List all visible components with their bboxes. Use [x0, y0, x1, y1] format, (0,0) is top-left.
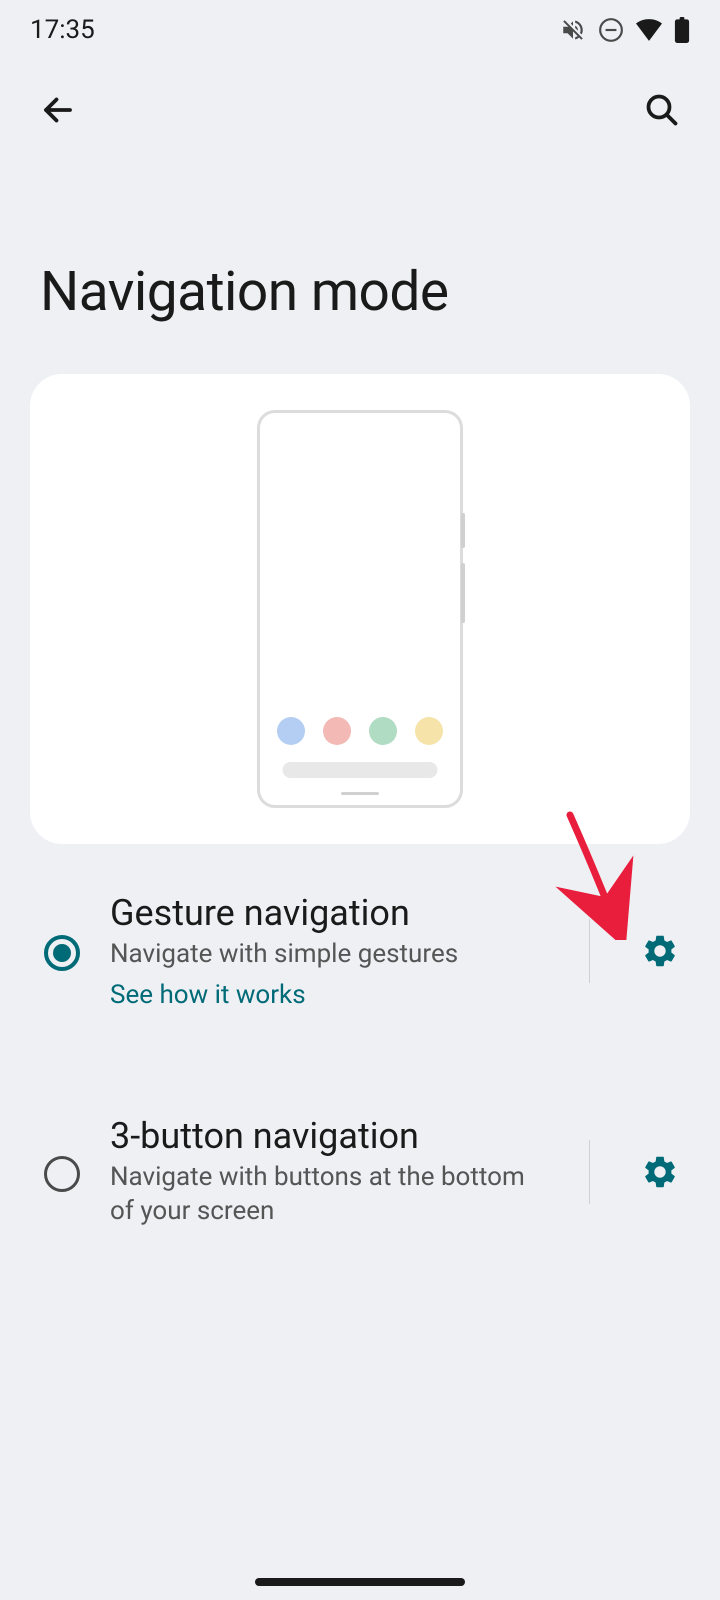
arrow-left-icon	[40, 92, 76, 128]
search-icon	[644, 92, 680, 128]
option-gesture-navigation[interactable]: Gesture navigation Navigate with simple …	[0, 872, 720, 1030]
status-time: 17:35	[30, 15, 95, 45]
phone-mockup	[257, 410, 463, 808]
radio-gesture-checked[interactable]	[44, 935, 80, 971]
app-dot-blue	[277, 717, 305, 745]
phone-apps-row	[260, 717, 460, 745]
mute-icon	[560, 17, 586, 43]
option-subtitle: Navigate with simple gestures	[110, 938, 549, 972]
phone-nav-indicator	[341, 792, 379, 795]
phone-search-bar	[283, 762, 438, 778]
gear-icon	[641, 1153, 679, 1191]
phone-volume-button	[461, 563, 465, 623]
battery-icon	[674, 17, 690, 43]
navigation-bar-indicator[interactable]	[255, 1578, 465, 1586]
radio-three-button-unchecked[interactable]	[44, 1156, 80, 1192]
header-bar	[0, 60, 720, 160]
search-button[interactable]	[638, 86, 686, 134]
page-title: Navigation mode	[0, 160, 720, 374]
option-text-container: 3-button navigation Navigate with button…	[110, 1115, 549, 1229]
back-button[interactable]	[34, 86, 82, 134]
app-dot-green	[369, 717, 397, 745]
app-dot-yellow	[415, 717, 443, 745]
option-link[interactable]: See how it works	[110, 980, 549, 1010]
option-three-button-navigation[interactable]: 3-button navigation Navigate with button…	[0, 1095, 720, 1249]
app-dot-red	[323, 717, 351, 745]
status-icons	[560, 17, 690, 43]
status-bar: 17:35	[0, 0, 720, 60]
divider	[589, 919, 590, 983]
option-subtitle: Navigate with buttons at the bottom of y…	[110, 1161, 549, 1229]
wifi-icon	[636, 19, 662, 41]
gesture-settings-button[interactable]	[630, 921, 690, 981]
option-title: 3-button navigation	[110, 1115, 549, 1157]
preview-card	[30, 374, 690, 844]
gear-icon	[641, 932, 679, 970]
dnd-icon	[598, 17, 624, 43]
option-text-container: Gesture navigation Navigate with simple …	[110, 892, 549, 1010]
three-button-settings-button[interactable]	[630, 1142, 690, 1202]
phone-power-button	[461, 513, 465, 548]
divider	[589, 1140, 590, 1204]
option-title: Gesture navigation	[110, 892, 549, 934]
